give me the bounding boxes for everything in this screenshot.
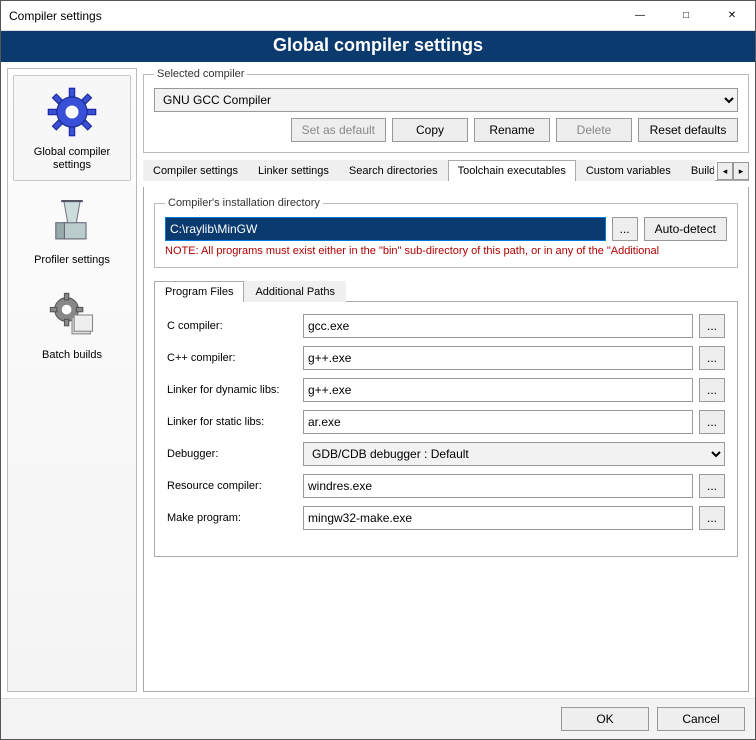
- debugger-label: Debugger:: [167, 448, 297, 460]
- linker-dynamic-input[interactable]: [303, 378, 693, 402]
- titlebar: Compiler settings — □ ✕: [1, 1, 755, 31]
- program-files-panel: C compiler: ... C++ compiler: ... Linker…: [154, 302, 738, 557]
- debugger-select[interactable]: GDB/CDB debugger : Default: [303, 442, 725, 466]
- sidebar-item-profiler[interactable]: Profiler settings: [13, 183, 131, 276]
- tab-scroll-right[interactable]: ▸: [733, 162, 749, 180]
- resource-compiler-label: Resource compiler:: [167, 480, 297, 492]
- compiler-select[interactable]: GNU GCC Compiler: [154, 88, 738, 112]
- selected-compiler-legend: Selected compiler: [154, 68, 247, 80]
- tab-linker-settings[interactable]: Linker settings: [248, 160, 339, 181]
- install-dir-note: NOTE: All programs must exist either in …: [165, 245, 727, 257]
- cpp-compiler-browse[interactable]: ...: [699, 346, 725, 370]
- resource-compiler-browse[interactable]: ...: [699, 474, 725, 498]
- tab-toolchain-executables[interactable]: Toolchain executables: [448, 160, 576, 181]
- maximize-button[interactable]: □: [663, 1, 709, 31]
- auto-detect-button[interactable]: Auto-detect: [644, 217, 727, 241]
- linker-static-browse[interactable]: ...: [699, 410, 725, 434]
- close-button[interactable]: ✕: [709, 1, 755, 31]
- dialog-buttons: OK Cancel: [1, 698, 755, 739]
- window-title: Compiler settings: [9, 9, 617, 23]
- tab-build[interactable]: Build: [681, 160, 715, 181]
- minimize-button[interactable]: —: [617, 1, 663, 31]
- content: Selected compiler GNU GCC Compiler Set a…: [143, 68, 749, 692]
- tab-body: Compiler's installation directory ... Au…: [143, 187, 749, 692]
- make-program-label: Make program:: [167, 512, 297, 524]
- c-compiler-label: C compiler:: [167, 320, 297, 332]
- reset-defaults-button[interactable]: Reset defaults: [638, 118, 738, 142]
- linker-static-label: Linker for static libs:: [167, 416, 297, 428]
- linker-dynamic-label: Linker for dynamic libs:: [167, 384, 297, 396]
- sidebar-item-label: Global compiler settings: [16, 146, 128, 172]
- make-program-browse[interactable]: ...: [699, 506, 725, 530]
- main-area: Global compiler settings Profiler settin…: [1, 62, 755, 698]
- install-dir-input[interactable]: [165, 217, 606, 241]
- selected-compiler-group: Selected compiler GNU GCC Compiler Set a…: [143, 68, 749, 153]
- set-default-button[interactable]: Set as default: [291, 118, 386, 142]
- sidebar-item-batch-builds[interactable]: Batch builds: [13, 278, 131, 371]
- main-tabs: Compiler settings Linker settings Search…: [143, 159, 749, 181]
- subtab-additional-paths[interactable]: Additional Paths: [244, 281, 346, 302]
- install-dir-legend: Compiler's installation directory: [165, 197, 323, 209]
- sidebar-item-label: Batch builds: [16, 349, 128, 362]
- subtab-program-files[interactable]: Program Files: [154, 281, 244, 302]
- sidebar-item-global-compiler[interactable]: Global compiler settings: [13, 75, 131, 181]
- tab-search-directories[interactable]: Search directories: [339, 160, 448, 181]
- sidebar-item-label: Profiler settings: [16, 254, 128, 267]
- tab-scroll-left[interactable]: ◂: [717, 162, 733, 180]
- tab-custom-variables[interactable]: Custom variables: [576, 160, 681, 181]
- ok-button[interactable]: OK: [561, 707, 649, 731]
- cpp-compiler-label: C++ compiler:: [167, 352, 297, 364]
- browse-button[interactable]: ...: [612, 217, 638, 241]
- gear-icon: [42, 82, 102, 142]
- profiler-icon: [42, 190, 102, 250]
- delete-button[interactable]: Delete: [556, 118, 632, 142]
- linker-dynamic-browse[interactable]: ...: [699, 378, 725, 402]
- rename-button[interactable]: Rename: [474, 118, 550, 142]
- cancel-button[interactable]: Cancel: [657, 707, 745, 731]
- c-compiler-browse[interactable]: ...: [699, 314, 725, 338]
- resource-compiler-input[interactable]: [303, 474, 693, 498]
- install-dir-group: Compiler's installation directory ... Au…: [154, 197, 738, 268]
- sidebar: Global compiler settings Profiler settin…: [7, 68, 137, 692]
- c-compiler-input[interactable]: [303, 314, 693, 338]
- copy-button[interactable]: Copy: [392, 118, 468, 142]
- tab-compiler-settings[interactable]: Compiler settings: [143, 160, 248, 181]
- cpp-compiler-input[interactable]: [303, 346, 693, 370]
- sub-tabs: Program Files Additional Paths: [154, 280, 738, 302]
- linker-static-input[interactable]: [303, 410, 693, 434]
- batch-gear-icon: [42, 285, 102, 345]
- make-program-input[interactable]: [303, 506, 693, 530]
- page-title: Global compiler settings: [1, 31, 755, 62]
